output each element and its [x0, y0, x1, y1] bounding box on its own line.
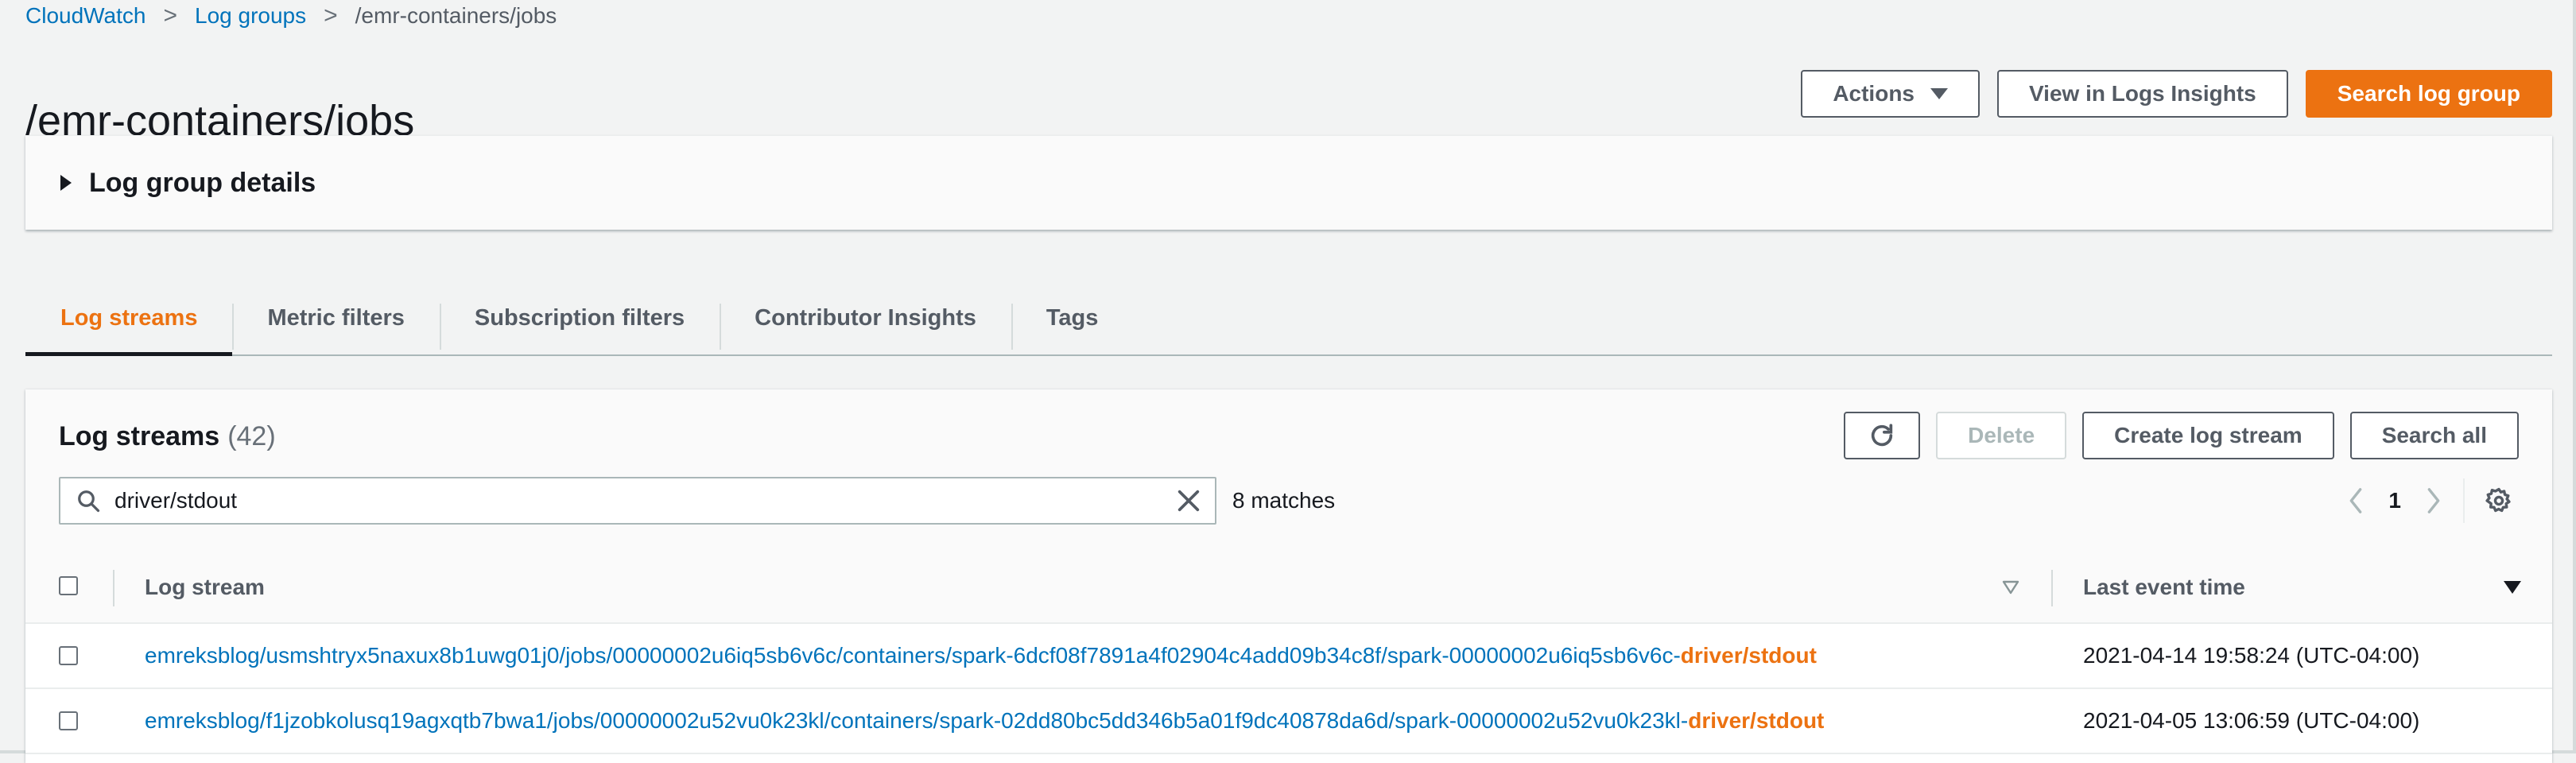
table-header: Log stream Last event time — [25, 552, 2552, 624]
tab-metric-filters[interactable]: Metric filters — [232, 281, 439, 354]
breadcrumb-cloudwatch[interactable]: CloudWatch — [25, 3, 145, 29]
tab-log-streams[interactable]: Log streams — [25, 281, 233, 356]
close-icon[interactable] — [1175, 487, 1202, 514]
column-header-last-event-time[interactable]: Last event time — [2083, 552, 2245, 622]
log-stream-match: driver/stdout — [1680, 643, 1817, 668]
chevron-left-icon[interactable] — [2345, 487, 2366, 514]
search-all-button[interactable]: Search all — [2349, 412, 2519, 459]
log-streams-header: Log streams (42) Delete Create log stream… — [25, 389, 2552, 554]
caret-right-icon — [60, 175, 72, 191]
search-log-group-button[interactable]: Search log group — [2305, 70, 2552, 118]
column-separator — [2051, 570, 2053, 606]
search-input[interactable]: driver/stdout — [114, 488, 1159, 513]
refresh-icon — [1871, 424, 1893, 447]
tab-tags[interactable]: Tags — [1011, 281, 1134, 354]
row-checkbox[interactable] — [59, 646, 78, 665]
log-streams-panel: Log streams (42) Delete Create log stream… — [25, 389, 2552, 763]
log-group-details-title: Log group details — [89, 167, 316, 198]
table-row: emreksblog/f1jzobkolusq19agxqtb7bwa1/job… — [25, 689, 2552, 754]
sort-descending-icon[interactable] — [2503, 580, 2522, 595]
actions-label: Actions — [1833, 81, 1915, 106]
breadcrumb-separator: > — [163, 2, 178, 29]
view-in-logs-insights-button[interactable]: View in Logs Insights — [1997, 70, 2288, 118]
filter-triangle-icon[interactable] — [2002, 580, 2019, 595]
breadcrumb-current: /emr-containers/jobs — [355, 3, 557, 28]
tab-bar: Log streams Metric filters Subscription … — [25, 281, 2552, 356]
chevron-right-icon[interactable] — [2423, 487, 2444, 514]
log-stream-link[interactable]: emreksblog/usmshtryx5naxux8b1uwg01j0/job… — [145, 624, 1817, 687]
pagination: 1 — [2345, 477, 2512, 525]
log-group-details-expander[interactable]: Log group details — [25, 135, 2552, 230]
breadcrumb-separator: > — [324, 2, 338, 29]
pager-divider — [2463, 478, 2465, 523]
log-stream-link[interactable]: emreksblog/f1jzobkolusq19agxqtb7bwa1/job… — [145, 689, 1824, 753]
breadcrumb: CloudWatch > Log groups > /emr-container… — [25, 2, 557, 30]
table-row: emreksblog/usmshtryx5naxux8b1uwg01j0/job… — [25, 624, 2552, 689]
column-header-log-stream[interactable]: Log stream — [145, 552, 265, 622]
last-event-time: 2021-04-05 13:06:59 (UTC-04:00) — [2083, 708, 2420, 733]
current-page[interactable]: 1 — [2388, 488, 2401, 513]
log-streams-actions: Delete Create log stream Search all — [1844, 412, 2519, 459]
header-actions: Actions View in Logs Insights Search log… — [1801, 70, 2552, 118]
log-stream-match: driver/stdout — [1688, 708, 1825, 733]
log-stream-name: emreksblog/f1jzobkolusq19agxqtb7bwa1/job… — [145, 708, 1689, 733]
row-checkbox[interactable] — [59, 711, 78, 730]
create-log-stream-button[interactable]: Create log stream — [2082, 412, 2334, 459]
log-streams-title: Log streams (42) — [59, 421, 276, 452]
column-separator — [113, 570, 114, 606]
log-streams-title-text: Log streams — [59, 421, 220, 451]
log-streams-count: (42) — [227, 421, 276, 451]
search-matches: 8 matches — [1232, 488, 1336, 513]
gear-icon[interactable] — [2485, 487, 2512, 514]
log-stream-name: emreksblog/usmshtryx5naxux8b1uwg01j0/job… — [145, 643, 1681, 668]
tab-subscription-filters[interactable]: Subscription filters — [439, 281, 720, 354]
search-icon — [78, 490, 100, 513]
log-stream-search: driver/stdout — [59, 477, 1216, 525]
tab-contributor-insights[interactable]: Contributor Insights — [720, 281, 1011, 354]
caret-down-icon — [1930, 88, 1948, 99]
select-all-checkbox[interactable] — [59, 576, 78, 595]
actions-dropdown-button[interactable]: Actions — [1801, 70, 1980, 118]
breadcrumb-log-groups[interactable]: Log groups — [195, 3, 306, 29]
last-event-time: 2021-04-14 19:58:24 (UTC-04:00) — [2083, 643, 2420, 668]
delete-button[interactable]: Delete — [1936, 412, 2067, 459]
refresh-button[interactable] — [1844, 412, 1921, 459]
